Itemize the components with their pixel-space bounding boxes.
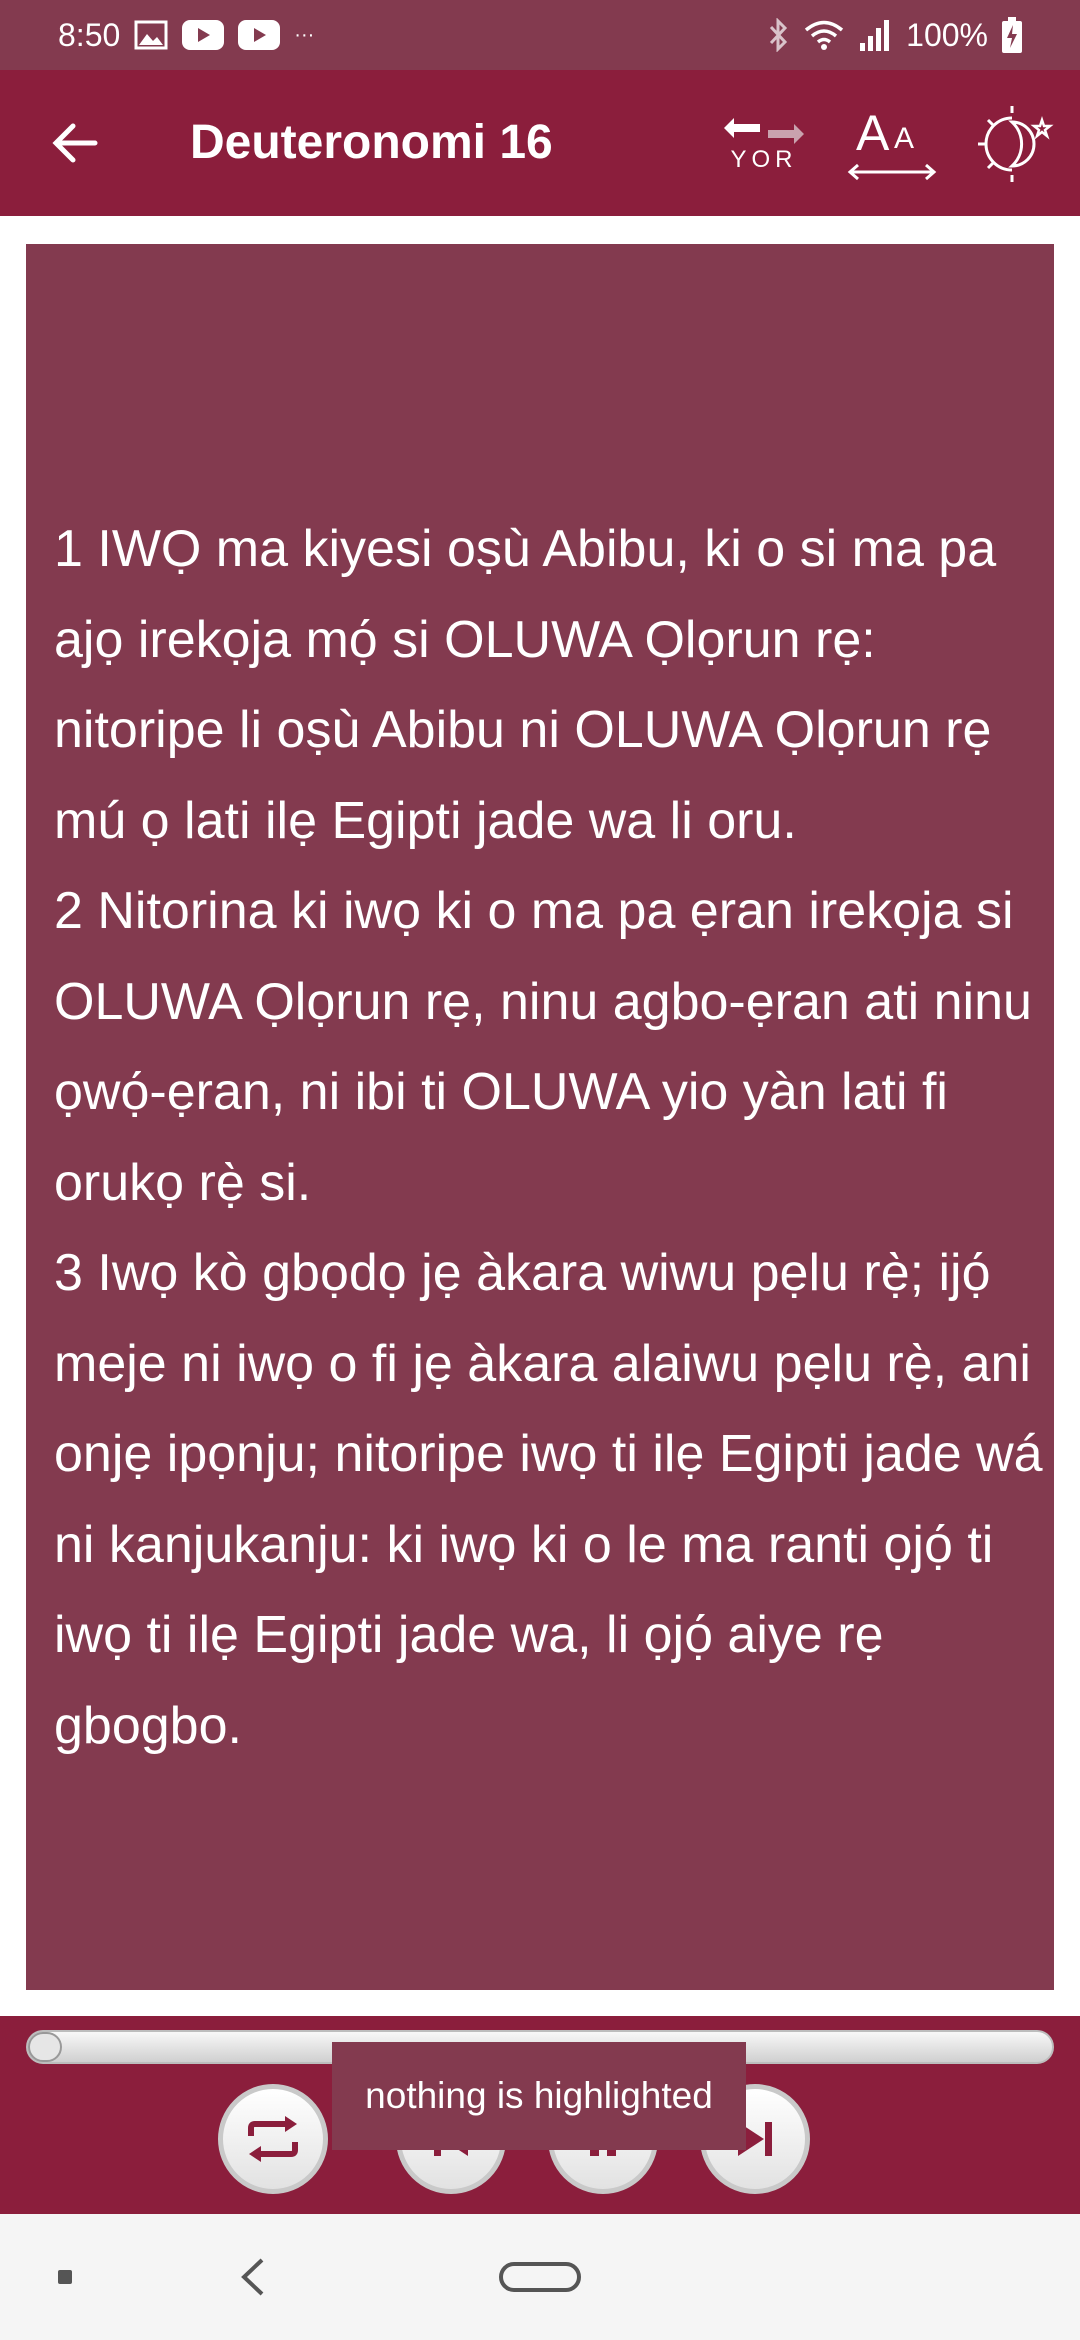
back-icon xyxy=(241,2258,264,2296)
recents-button[interactable] xyxy=(40,2252,90,2302)
status-right: 100% xyxy=(768,17,1080,54)
verse-list: 1 IWỌ ma kiyesi oṣù Abibu, ki o si ma pa… xyxy=(54,504,1054,1771)
home-icon xyxy=(499,2262,581,2292)
language-swap-button[interactable]: YOR xyxy=(714,104,814,184)
scripture-reader[interactable]: 1 IWỌ ma kiyesi oṣù Abibu, ki o si ma pa… xyxy=(26,244,1054,1990)
recents-icon xyxy=(58,2270,72,2284)
theme-toggle-button[interactable] xyxy=(970,104,1062,184)
page-title: Deuteronomi 16 xyxy=(190,116,553,169)
image-icon xyxy=(134,20,168,50)
status-bar: 8:50 ··· 100% xyxy=(0,0,1080,70)
status-time: 8:50 xyxy=(58,16,121,53)
font-small-letter: A xyxy=(894,122,915,155)
system-back-button[interactable] xyxy=(226,2252,280,2302)
font-size-arrow xyxy=(847,163,937,181)
home-button[interactable] xyxy=(494,2252,586,2302)
font-size-button[interactable]: A A xyxy=(842,104,942,184)
youtube-icon xyxy=(182,20,225,50)
wifi-icon xyxy=(804,19,844,51)
back-button[interactable] xyxy=(40,108,110,178)
seekbar-thumb[interactable] xyxy=(28,2032,62,2062)
day-night-theme-icon xyxy=(978,106,1054,182)
language-label: YOR xyxy=(730,146,798,173)
bluetooth-icon xyxy=(768,18,790,52)
font-large-letter: A xyxy=(856,105,890,161)
verse-3[interactable]: 3 Iwọ kò gbọdọ jẹ àkara wiwu pẹlu rẹ̀; i… xyxy=(54,1228,1054,1771)
signal-icon xyxy=(858,19,892,51)
repeat-icon xyxy=(248,2116,298,2162)
youtube-icon xyxy=(238,20,281,50)
app-bar: Deuteronomi 16 YOR A A xyxy=(0,70,1080,216)
status-left: 8:50 ··· xyxy=(0,17,314,54)
repeat-button[interactable] xyxy=(218,2084,328,2194)
toast-message: nothing is highlighted xyxy=(332,2042,746,2150)
more-notifications-indicator: ··· xyxy=(294,23,315,46)
verse-1[interactable]: 1 IWỌ ma kiyesi oṣù Abibu, ki o si ma pa… xyxy=(54,504,1054,866)
system-nav-bar xyxy=(0,2214,1080,2340)
battery-icon xyxy=(1002,17,1022,53)
verse-2[interactable]: 2 Nitorina ki iwọ ki o ma pa ẹran irekọj… xyxy=(54,866,1054,1228)
battery-percent: 100% xyxy=(906,16,988,53)
back-arrow-icon xyxy=(52,123,98,163)
